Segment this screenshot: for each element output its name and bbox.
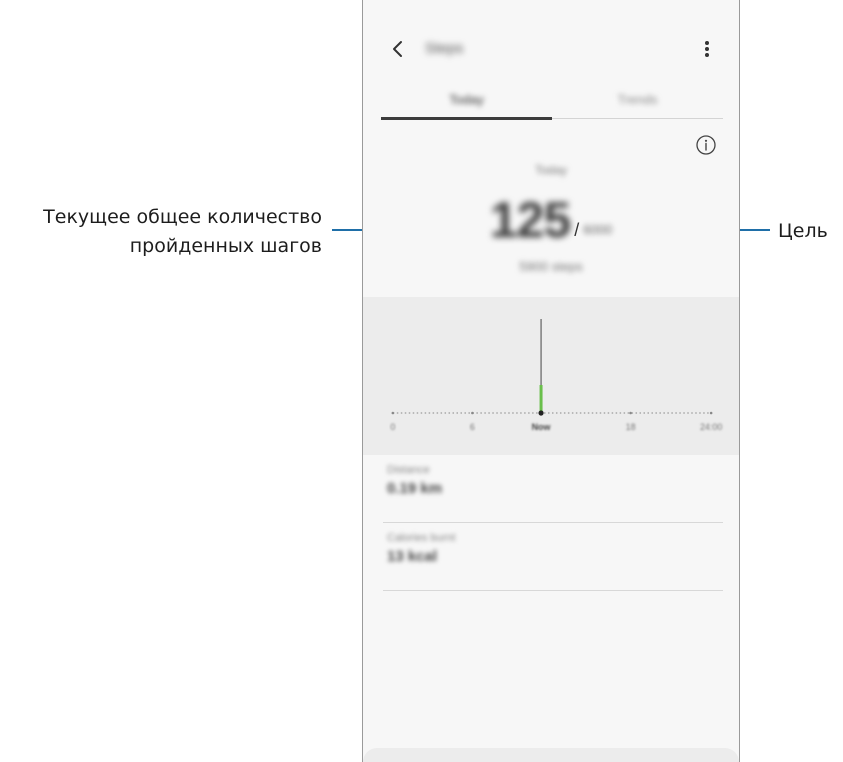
chart-x-label-now: Now (532, 422, 551, 432)
chart-x-label: 24:00 (700, 422, 722, 432)
goal-value[interactable]: 6000 (583, 212, 612, 248)
callout-current-steps: Текущее общее количество пройденных шаго… (43, 203, 322, 261)
summary-label: Today (534, 163, 568, 177)
tab-bar: Today Trends (381, 86, 723, 122)
tab-active-indicator (381, 117, 552, 120)
app-bar: Steps (363, 28, 739, 70)
stat-calories-label: Calories burnt (387, 532, 456, 544)
stat-distance-label: Distance (387, 464, 430, 476)
app-title: Steps (425, 40, 464, 57)
chevron-left-icon (393, 41, 402, 57)
steps-summary: 125/6000 (363, 192, 739, 248)
steps-chart: 0 6 Now 18 24:00 (363, 297, 739, 455)
more-vert-icon (705, 41, 709, 57)
more-options-button[interactable] (697, 36, 717, 62)
steps-chart-svg: 0 6 Now 18 24:00 (390, 319, 722, 432)
chart-x-label: 18 (626, 422, 636, 432)
phone-bottom-edge (363, 748, 739, 762)
tab-trends[interactable]: Trends (552, 86, 723, 118)
stat-calories-value: 13 kcal (387, 548, 438, 565)
callout-goal: Цель (778, 220, 828, 242)
chart-bar-now (539, 385, 543, 412)
back-button[interactable] (385, 36, 411, 62)
steps-subtext: 5900 steps (519, 259, 583, 274)
chart-tick-6 (471, 411, 474, 415)
info-icon (696, 135, 716, 155)
stat-distance-value: 0.19 km (387, 480, 443, 497)
phone-screen: Steps Today Trends Today 125/6000 5900 s… (362, 0, 740, 762)
chart-tick-24 (709, 411, 713, 415)
chart-x-label: 0 (390, 422, 395, 432)
stat-calories: Calories burnt 13 kcal (383, 523, 723, 591)
chart-x-label: 6 (470, 422, 475, 432)
chart-tick-0 (391, 411, 395, 415)
stat-distance: Distance 0.19 km (383, 455, 723, 523)
chart-tick-18 (629, 411, 632, 415)
callout-current-steps-line1: Текущее общее количество (43, 206, 322, 228)
current-steps-value: 125 (489, 192, 571, 248)
callout-current-steps-line2: пройденных шагов (129, 235, 322, 257)
chart-now-marker (538, 410, 544, 416)
tab-today[interactable]: Today (381, 86, 552, 118)
stat-divider (383, 590, 723, 591)
info-button[interactable] (695, 134, 717, 156)
steps-separator: / (574, 220, 580, 240)
